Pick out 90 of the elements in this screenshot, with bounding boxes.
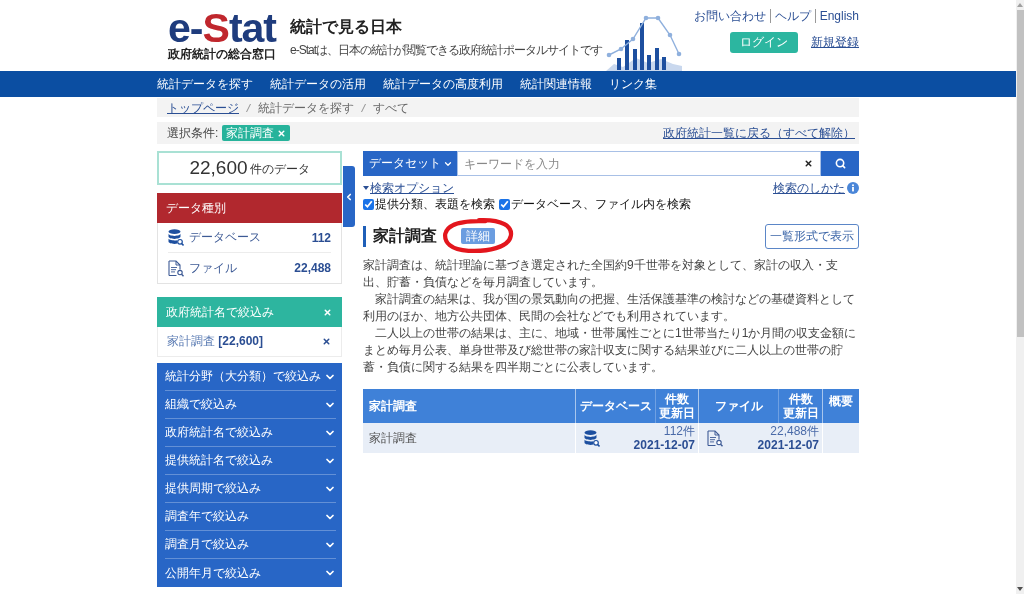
search-scope-dropdown[interactable]: データセット bbox=[363, 151, 457, 176]
column-header: 更新日 bbox=[659, 406, 695, 420]
title-accent-bar bbox=[363, 225, 366, 247]
column-header: 件数 bbox=[665, 392, 689, 406]
data-type-count: 112 bbox=[311, 230, 331, 245]
data-type-link[interactable]: データベース bbox=[189, 229, 261, 246]
scroll-up-arrow-icon[interactable] bbox=[1017, 3, 1023, 7]
path-label: すべて bbox=[373, 100, 409, 115]
filter-accordion-item[interactable]: 提供統計名で絞込み bbox=[165, 447, 336, 475]
checkbox[interactable] bbox=[363, 198, 374, 210]
database-search-icon bbox=[168, 229, 184, 246]
record-count: 22,488件 bbox=[770, 424, 819, 438]
nav-link[interactable]: リンク集 bbox=[609, 71, 657, 97]
caret-icon bbox=[363, 186, 369, 190]
logo-subtitle: 政府統計の総合窓口 bbox=[168, 47, 276, 61]
chevron-left-icon bbox=[344, 191, 354, 202]
utility-link[interactable]: ヘルプ bbox=[769, 9, 815, 23]
logo-wordmark[interactable]: e-Stat bbox=[168, 11, 276, 45]
data-point bbox=[606, 52, 612, 58]
remove-icon[interactable] bbox=[277, 128, 287, 138]
result-count-unit: 件のデータ bbox=[249, 161, 310, 178]
chart-bar bbox=[662, 57, 666, 70]
checkbox-label[interactable]: 提供分類、表題を検索 bbox=[375, 197, 495, 211]
data-point bbox=[655, 15, 661, 21]
data-type-link[interactable]: ファイル bbox=[189, 259, 237, 277]
column-header: 件数 bbox=[788, 392, 813, 406]
nav-link[interactable]: 統計データの高度利用 bbox=[383, 71, 503, 97]
data-point bbox=[667, 32, 673, 38]
filter-accordion-item[interactable]: 政府統計名で絞込み bbox=[165, 419, 336, 447]
data-type-count: 22,488 bbox=[294, 261, 331, 275]
utility-link[interactable]: English bbox=[814, 9, 859, 23]
document-search-icon bbox=[168, 259, 184, 277]
search-options-link[interactable]: 検索オプション bbox=[363, 181, 454, 195]
utility-link[interactable]: お問い合わせ bbox=[689, 9, 770, 23]
chart-bar bbox=[625, 40, 629, 70]
update-date: 2021-12-07 bbox=[633, 438, 695, 452]
trend-line bbox=[608, 17, 680, 56]
result-count: 22,600 bbox=[189, 157, 248, 179]
document-search-icon[interactable] bbox=[707, 429, 723, 447]
breadcrumb-link[interactable]: トップページ bbox=[167, 100, 239, 115]
scroll-down-arrow-icon[interactable] bbox=[1017, 587, 1023, 591]
chart-bar bbox=[640, 23, 644, 70]
scrollbar-thumb[interactable] bbox=[1016, 10, 1024, 337]
update-date: 2021-12-07 bbox=[757, 438, 819, 452]
nav-link[interactable]: 統計データの活用 bbox=[270, 71, 366, 97]
statistic-title: 家計調査 bbox=[373, 225, 437, 246]
filter-accordion-item[interactable]: 統計分野（大分類）で絞込み bbox=[165, 363, 336, 391]
scrollbar[interactable] bbox=[1016, 0, 1024, 594]
nav-link[interactable]: 統計データを探す bbox=[157, 71, 253, 97]
chart-bar bbox=[647, 55, 651, 70]
data-point bbox=[618, 46, 624, 52]
description-paragraph: 家計調査は、統計理論に基づき選定された全国約9千世帯を対象として、家計の収入・支出、貯蓄・負債などを毎月調査しています。 bbox=[363, 257, 839, 291]
reset-link[interactable]: 政府統計一覧に戻る（すべて解除） bbox=[663, 124, 855, 142]
active-filter-title: 政府統計名で絞込み bbox=[166, 303, 274, 321]
table-cell-text: 家計調査 bbox=[368, 429, 418, 447]
chart-bar bbox=[633, 49, 637, 70]
data-point bbox=[676, 51, 682, 57]
search-help-link[interactable]: 検索のしかた bbox=[773, 181, 845, 195]
close-icon[interactable] bbox=[322, 337, 331, 346]
data-point bbox=[630, 36, 636, 42]
section-header: データ種別 bbox=[157, 193, 342, 223]
description-paragraph: 家計調査の結果は、我が国の景気動向の把握、生活保護基準の検討などの基礎資料として利用のほか、地方公共団体、民間の会社などでも利用されています。 bbox=[363, 291, 856, 325]
record-count: 112件 bbox=[663, 424, 695, 438]
checkbox[interactable] bbox=[499, 198, 510, 210]
register-link[interactable]: 新規登録 bbox=[811, 34, 859, 51]
filter-accordion-item[interactable]: 提供周期で絞込み bbox=[165, 475, 336, 503]
active-filter-value[interactable]: 家計調査 [22,600] bbox=[167, 333, 264, 350]
checkbox-label[interactable]: データベース、ファイル内を検索 bbox=[511, 197, 691, 211]
selection-label: 選択条件: bbox=[167, 124, 219, 142]
filter-accordion-item[interactable]: 調査年で絞込み bbox=[165, 503, 336, 531]
info-icon[interactable] bbox=[847, 182, 859, 194]
site-tagline: e-Statは、日本の統計が閲覧できる政府統計ポータルサイトです bbox=[290, 43, 602, 57]
search-icon bbox=[834, 158, 846, 169]
column-header: 更新日 bbox=[782, 406, 819, 420]
data-point bbox=[643, 15, 649, 21]
search-button[interactable] bbox=[821, 151, 859, 176]
site-title: 統計で見る日本 bbox=[290, 17, 403, 36]
chart-bar bbox=[617, 58, 621, 70]
list-view-button[interactable]: 一覧形式で表示 bbox=[765, 223, 859, 249]
slash-icon bbox=[246, 102, 251, 113]
nav-link[interactable]: 統計関連情報 bbox=[520, 71, 592, 97]
database-search-icon[interactable] bbox=[584, 429, 600, 447]
description-paragraph: 二人以上の世帯の結果は、主に、地域・世帯属性ごとに1世帯当たり1か月間の収支金額にまとめ毎月公表、単身世帯及び総世帯の家計収支に関する結果並びに二人以上の世帯の貯蓄・負債に関する結果を四半期ごとに公表しています。 bbox=[363, 325, 858, 376]
slash-icon bbox=[361, 102, 366, 113]
chart-bar bbox=[655, 48, 659, 70]
filter-accordion-item[interactable]: 公開年月で絞込み bbox=[165, 559, 336, 587]
filter-accordion-item[interactable]: 組織で絞込み bbox=[165, 391, 336, 419]
column-header: 家計調査 bbox=[368, 398, 418, 415]
filter-accordion-item[interactable]: 調査月で絞込み bbox=[165, 531, 336, 559]
path-label: 統計データを探す bbox=[258, 100, 354, 115]
